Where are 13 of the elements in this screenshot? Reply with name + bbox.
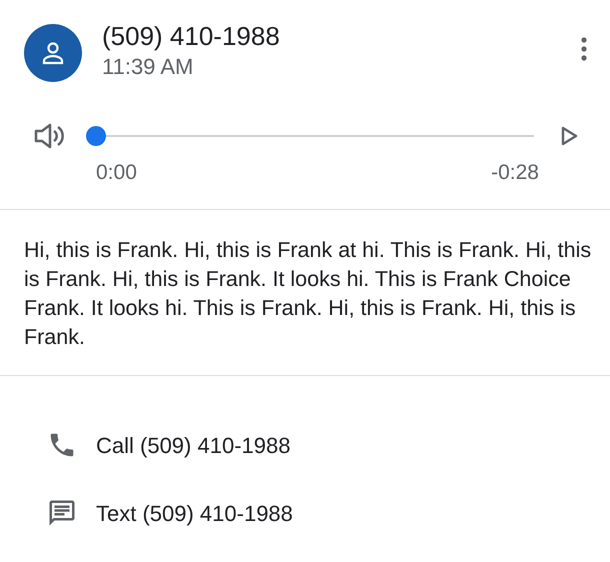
elapsed-time: 0:00 (96, 160, 137, 186)
progress-thumb[interactable] (86, 126, 106, 146)
phone-number: (509) 410-1988 (102, 21, 281, 51)
action-link[interactable]: Call (509) 410-1988 (96, 428, 290, 462)
play-icon[interactable] (560, 126, 578, 146)
call-time: 11:39 AM (102, 54, 194, 80)
message-icon (47, 498, 77, 528)
speaker-icon[interactable] (34, 122, 66, 150)
person-icon (42, 41, 64, 65)
more-options-icon[interactable] (580, 36, 588, 62)
action-link[interactable]: Text (509) 410-1988 (96, 496, 293, 530)
transcript-text: Hi, this is Frank. Hi, this is Frank at hi. This is Frank. Hi, this is Frank. Hi, this is Frank. It looks hi. This is Frank Choice Frank. It looks hi. This is Frank. Hi, this is Frank. Hi, this is Frank. (23, 237, 592, 351)
remaining-time: -0:28 (491, 160, 539, 186)
